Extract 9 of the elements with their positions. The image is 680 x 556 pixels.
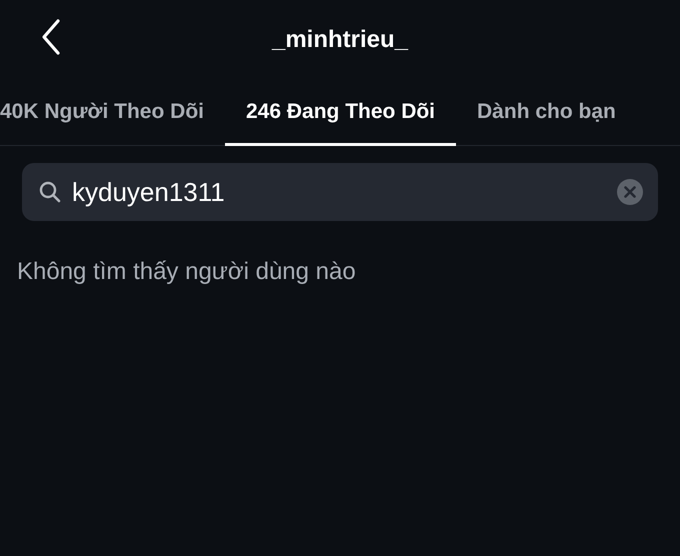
tab[interactable]: Dành cho bạn [456, 80, 637, 146]
tab[interactable]: 40K Người Theo Dõi [0, 80, 225, 146]
search-field[interactable]: kyduyen1311 [22, 163, 658, 221]
tab[interactable]: 246 Đang Theo Dõi [224, 80, 456, 146]
search-icon [38, 180, 62, 204]
empty-result-message: Không tìm thấy người dùng nào [17, 257, 357, 287]
clear-button[interactable] [616, 178, 644, 206]
search-input[interactable]: kyduyen1311 [70, 172, 608, 212]
profile-username: _minhtrieu_ [272, 28, 408, 52]
